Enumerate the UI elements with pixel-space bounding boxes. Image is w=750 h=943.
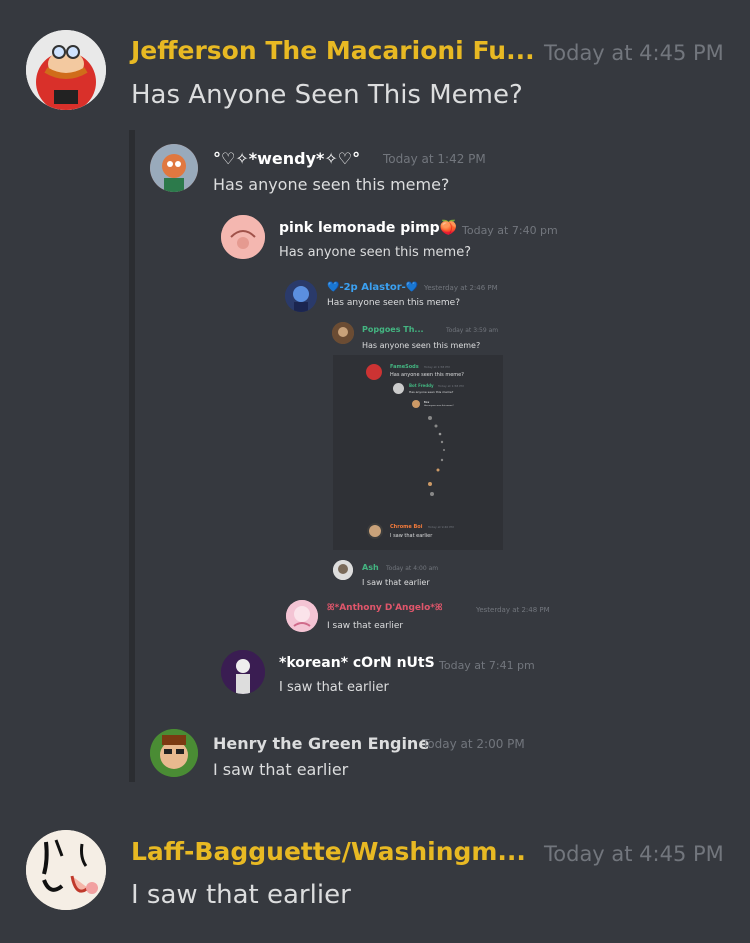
nested-timestamp: Today at 9:40 PM <box>428 525 454 529</box>
nested-text: Has anyone seen this meme? <box>424 405 454 407</box>
nested-timestamp: Today at 2:00 PM <box>422 737 525 751</box>
nested-timestamp: Today at 7:40 pm <box>462 224 558 237</box>
nested-author: Chrome Boi <box>390 524 423 530</box>
nested-avatar-popgoes <box>332 322 354 344</box>
author-name[interactable]: Jefferson The Macarioni Fu... <box>131 36 535 65</box>
nested-text: Has anyone seen this meme? <box>327 298 460 308</box>
nested-timestamp: Yesterday at 2:48 PM <box>476 606 550 614</box>
nested-avatar-fox <box>412 400 420 408</box>
nested-avatar-bot-freddy <box>393 383 404 394</box>
nested-text: Has anyone seen this meme? <box>362 341 481 350</box>
nested-timestamp: Today at 1:58 PM <box>438 384 464 388</box>
message-text: I saw that earlier <box>131 880 351 910</box>
author-avatar-jefferson[interactable] <box>26 30 106 110</box>
nested-author: 💙-2p Alastor-💙 <box>327 282 419 293</box>
nested-author: pink lemonade pimp🍑 <box>279 220 458 236</box>
nested-author: FameSods <box>390 364 419 370</box>
nested-text: I saw that earlier <box>213 760 349 779</box>
nested-avatar-pink-lemonade <box>221 215 265 259</box>
nested-timestamp: Today at 3:59 am <box>446 327 499 334</box>
nested-avatar-henry <box>150 729 198 777</box>
timestamp: Today at 4:45 PM <box>544 41 724 65</box>
nested-text: I saw that earlier <box>279 680 389 695</box>
nested-author: Popgoes Th... <box>362 325 424 334</box>
nested-avatar-korean-corn-nuts <box>221 650 265 694</box>
nested-timestamp: Yesterday at 2:46 PM <box>424 284 498 292</box>
nested-author: ꕤ*Anthony D'Angelo*ꕤ <box>327 603 443 613</box>
timestamp: Today at 4:45 PM <box>544 842 724 866</box>
cartoon-face-icon <box>26 830 106 910</box>
author-avatar-laff[interactable] <box>26 830 106 910</box>
nested-text: I saw that earlier <box>327 621 404 631</box>
nested-text: I saw that earlier <box>390 533 433 539</box>
nested-avatar-anthony <box>286 600 318 632</box>
nested-author: Henry the Green Engine <box>213 734 430 753</box>
nested-author: Bot Freddy <box>409 383 434 388</box>
nested-author: *korean* cOrN nUtS <box>279 655 435 671</box>
nested-avatar-wendy <box>150 144 198 192</box>
nested-author: °♡✧*wendy*✧♡° <box>213 149 361 168</box>
nested-avatar-famesods <box>366 364 382 380</box>
recursive-dots <box>420 412 460 502</box>
nested-text: I saw that earlier <box>362 578 430 587</box>
nested-author: Ash <box>362 563 379 572</box>
nested-author: fox <box>424 400 430 404</box>
nested-timestamp: Today at 4:00 am <box>386 565 439 572</box>
nested-timestamp: Today at 1:42 PM <box>383 152 486 166</box>
nested-text: Has anyone seen this meme? <box>279 245 472 260</box>
message-text: Has Anyone Seen This Meme? <box>131 80 523 110</box>
nested-text: Has anyone seen this meme? <box>390 372 464 378</box>
nested-timestamp: Today at 1:58 PM <box>424 365 450 369</box>
eggman-icon <box>26 30 106 110</box>
nested-avatar-alastor <box>285 280 317 312</box>
nested-text: Has anyone seen this meme? <box>213 175 450 194</box>
nested-avatar-ash <box>333 560 353 580</box>
nested-timestamp: Today at 7:41 pm <box>439 659 535 672</box>
author-name[interactable]: Laff-Bagguette/Washingm... <box>131 837 526 866</box>
nested-text: Has anyone seen this meme? <box>409 390 454 394</box>
nested-avatar-chrome-boi <box>367 523 383 539</box>
